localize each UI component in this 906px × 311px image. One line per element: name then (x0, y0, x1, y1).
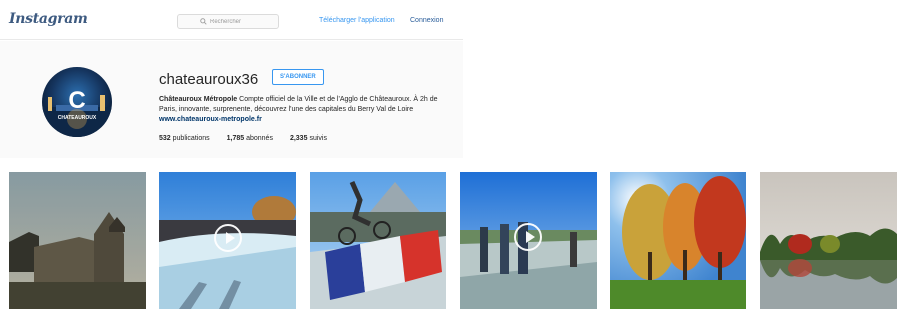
bio-website-link[interactable]: www.chateauroux-metropole.fr (159, 116, 262, 123)
top-nav-bar: Instagram Télécharger l'application Conn… (0, 0, 463, 40)
search-input[interactable] (210, 18, 256, 25)
search-box[interactable] (177, 14, 279, 29)
avatar-image: C CHATEAUROUX (42, 67, 112, 137)
photo-bmx-flag (310, 172, 446, 309)
photo-grid (0, 172, 906, 311)
profile-username: chateauroux36 (159, 71, 259, 88)
photo-tile[interactable] (9, 172, 146, 309)
avatar-letter: C (68, 87, 85, 114)
photo-tile[interactable] (460, 172, 597, 309)
photo-autumn-trees (610, 172, 746, 309)
avatar-caption: CHATEAUROUX (58, 115, 97, 121)
profile-stats: 532 publications 1,785 abonnés 2,335 sui… (159, 135, 327, 142)
avatar[interactable]: C CHATEAUROUX (42, 67, 112, 137)
photo-chateau (9, 172, 146, 309)
login-link[interactable]: Connexion (410, 17, 443, 24)
followers-label: abonnés (246, 135, 273, 142)
download-app-link[interactable]: Télécharger l'application (319, 17, 395, 24)
following-label: suivis (309, 135, 327, 142)
profile-bio: Châteauroux Métropole Compte officiel de… (159, 95, 455, 125)
posts-label: publications (172, 135, 210, 142)
profile-header: C CHATEAUROUX chateauroux36 S'ABONNER Ch… (0, 41, 463, 158)
stat-following[interactable]: 2,335 suivis (290, 135, 327, 142)
photo-lake-reflection (760, 172, 897, 309)
followers-count: 1,785 (226, 135, 245, 142)
stat-followers[interactable]: 1,785 abonnés (227, 135, 273, 142)
following-count: 2,335 (289, 135, 308, 142)
photo-tile[interactable] (610, 172, 746, 309)
bio-name: Châteauroux Métropole (159, 96, 238, 103)
video-play-icon (514, 223, 542, 251)
photo-tile[interactable] (310, 172, 446, 309)
photo-tile[interactable] (159, 172, 296, 309)
video-play-icon (214, 224, 242, 252)
posts-count: 532 (159, 135, 171, 142)
search-icon (200, 18, 207, 25)
photo-tile[interactable] (760, 172, 897, 309)
follow-button[interactable]: S'ABONNER (272, 69, 324, 85)
instagram-logo[interactable]: Instagram (9, 11, 88, 27)
stat-posts: 532 publications (159, 135, 210, 142)
